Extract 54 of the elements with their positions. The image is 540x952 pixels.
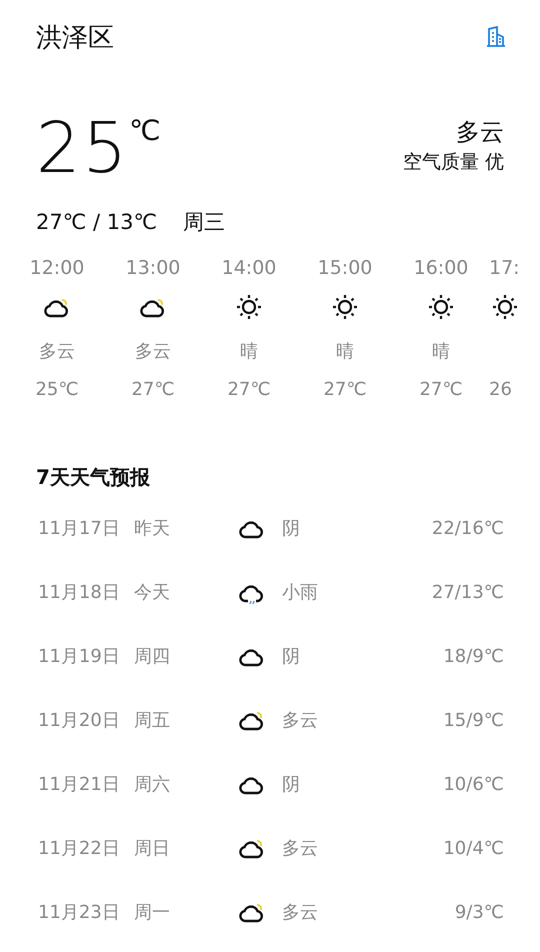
- buildings-icon[interactable]: [484, 25, 508, 49]
- hour-time: 12:00: [30, 256, 84, 281]
- forecast-weekday: 周四: [134, 645, 171, 668]
- forecast-temperature: 9/3℃: [454, 902, 504, 922]
- forecast-title: 7天天气预报: [35, 464, 151, 491]
- forecast-condition: 多云: [282, 837, 319, 860]
- forecast-weekday: 周六: [134, 773, 171, 796]
- forecast-date: 11月17日: [38, 517, 121, 540]
- hour-temperature: 27℃: [323, 378, 367, 402]
- forecast-condition: 阴: [282, 517, 301, 540]
- forecast-condition: 小雨: [282, 581, 319, 604]
- forecast-date: 11月21日: [38, 773, 121, 796]
- hour-time: 15:00: [318, 256, 372, 281]
- hour-condition: 多云: [39, 340, 75, 364]
- forecast-temperature: 27/13℃: [432, 582, 504, 602]
- forecast-date: 11月18日: [38, 581, 121, 604]
- forecast-weekday: 周五: [134, 709, 171, 732]
- hour-temperature: 27℃: [419, 378, 463, 402]
- hour-time: 14:00: [222, 256, 276, 281]
- hour-time: 13:00: [126, 256, 180, 281]
- forecast-condition: 多云: [282, 709, 319, 732]
- forecast-temperature: 15/9℃: [443, 710, 504, 730]
- forecast-date: 11月20日: [38, 709, 121, 732]
- hour-condition: 晴: [336, 340, 354, 364]
- forecast-temperature: 10/4℃: [443, 838, 504, 858]
- forecast-temperature: 22/16℃: [432, 518, 504, 538]
- forecast-temperature: 10/6℃: [443, 774, 504, 794]
- hour-condition: 晴: [240, 340, 258, 364]
- weekday: 周三: [183, 209, 226, 236]
- temperature-range: 27℃ / 13℃: [36, 209, 158, 236]
- hour-condition: 多云: [135, 340, 171, 364]
- hour-time: 17:: [489, 256, 520, 281]
- forecast-weekday: 周日: [134, 837, 171, 860]
- forecast-date: 11月22日: [38, 837, 121, 860]
- forecast-date: 11月19日: [38, 645, 121, 668]
- forecast-weekday: 今天: [134, 581, 171, 604]
- hour-temperature: 26: [489, 378, 512, 402]
- forecast-weekday: 昨天: [134, 517, 171, 540]
- city-title: 洪泽区: [36, 22, 114, 54]
- forecast-temperature: 18/9℃: [443, 646, 504, 666]
- forecast-date: 11月23日: [38, 901, 121, 924]
- temperature-unit: ℃: [129, 114, 161, 147]
- hour-temperature: 27℃: [131, 378, 175, 402]
- hour-temperature: 27℃: [227, 378, 271, 402]
- hour-condition: 晴: [432, 340, 450, 364]
- air-quality: 空气质量 优: [402, 150, 504, 175]
- forecast-condition: 阴: [282, 773, 301, 796]
- forecast-weekday: 周一: [134, 901, 171, 924]
- current-temperature: 25: [36, 112, 130, 184]
- current-condition: 多云: [456, 117, 504, 148]
- forecast-condition: 多云: [282, 901, 319, 924]
- hour-time: 16:00: [414, 256, 468, 281]
- forecast-condition: 阴: [282, 645, 301, 668]
- hour-temperature: 25℃: [35, 378, 79, 402]
